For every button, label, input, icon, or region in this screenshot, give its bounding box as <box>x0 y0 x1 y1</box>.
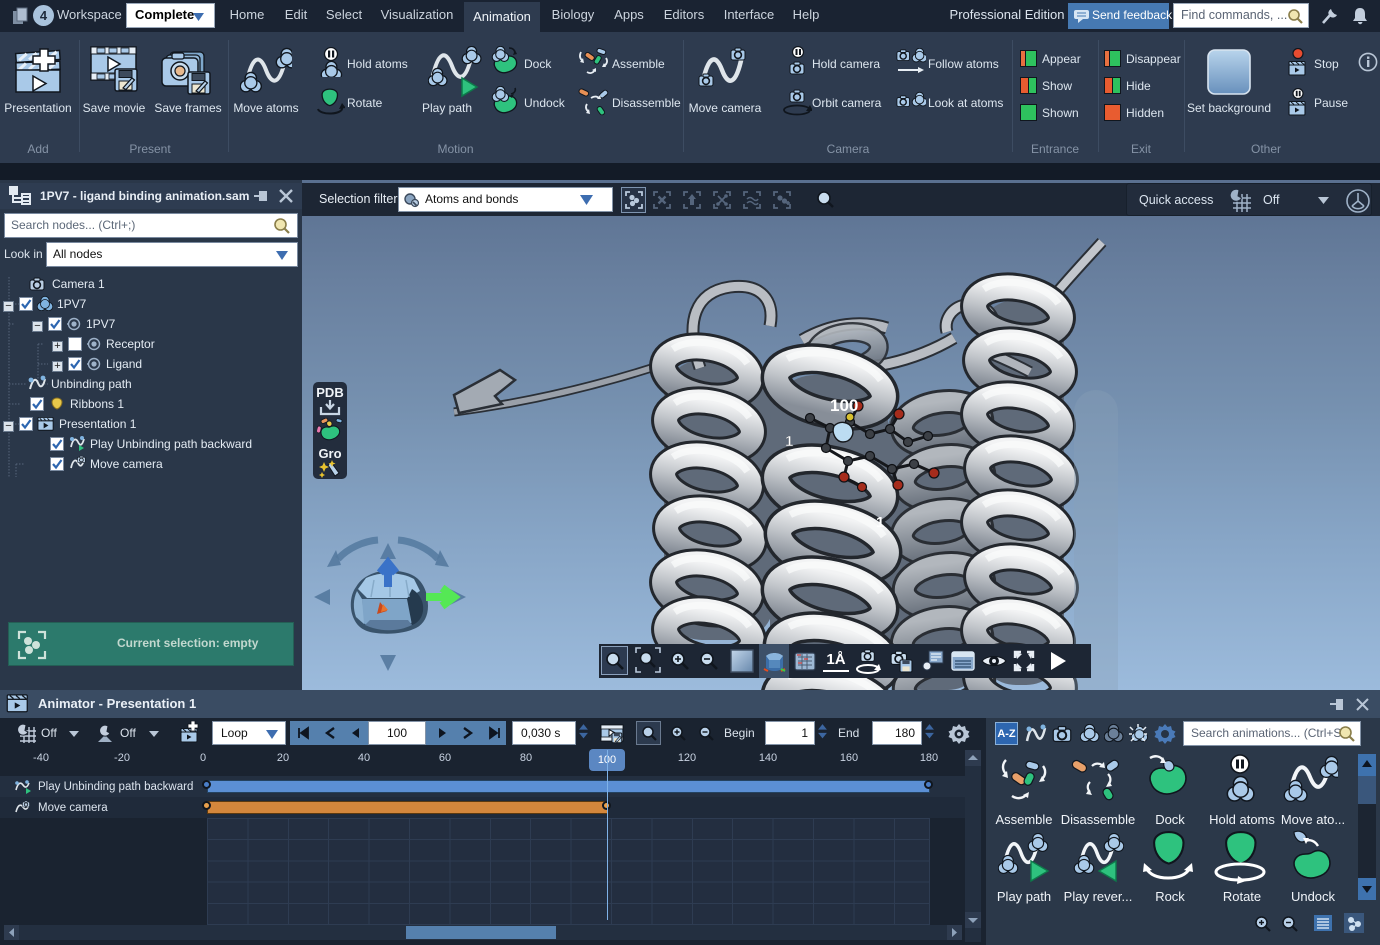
svg-text:1: 1 <box>785 433 793 450</box>
svg-text:1: 1 <box>876 514 884 531</box>
svg-text:100: 100 <box>830 396 858 415</box>
